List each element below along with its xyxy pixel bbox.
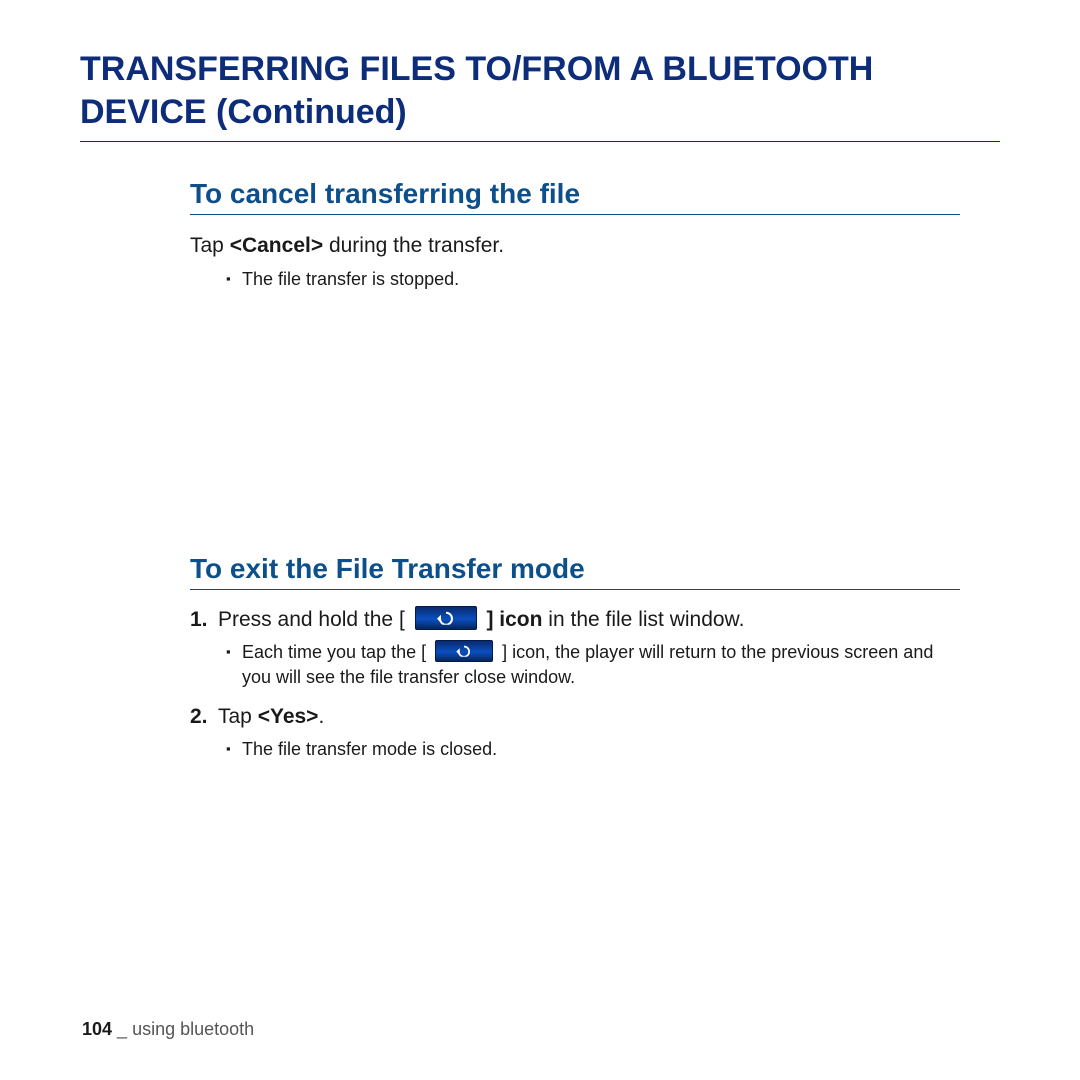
text: . (318, 705, 324, 728)
sub-bullet-list: The file transfer is stopped. (190, 267, 960, 292)
text: Press and hold the [ (218, 608, 411, 631)
text: Tap (190, 234, 230, 257)
step-number: 2. (190, 701, 218, 734)
section-exit-mode: To exit the File Transfer mode 1.Press a… (190, 553, 960, 763)
footer-separator: _ (112, 1019, 132, 1039)
section-heading: To cancel transferring the file (190, 178, 960, 215)
list-item: The file transfer is stopped. (226, 267, 960, 292)
yes-label: <Yes> (258, 705, 319, 728)
cancel-label: <Cancel> (230, 234, 323, 257)
page-number: 104 (82, 1019, 112, 1039)
back-icon (435, 640, 493, 662)
manual-page: TRANSFERRING FILES TO/FROM A BLUETOOTH D… (0, 0, 1080, 1080)
text: Tap (218, 705, 258, 728)
sub-bullet-list: The file transfer mode is closed. (190, 737, 960, 762)
step-2: 2.Tap <Yes>. The file transfer mode is c… (190, 701, 960, 763)
footer-text: using bluetooth (132, 1019, 254, 1039)
text: during the transfer. (323, 234, 504, 257)
list-item: The file transfer mode is closed. (226, 737, 960, 762)
step-number: 1. (190, 604, 218, 637)
instruction-line: Tap <Cancel> during the transfer. (190, 231, 960, 261)
section-cancel-transfer: To cancel transferring the file Tap <Can… (190, 178, 960, 293)
sub-bullet-list: Each time you tap the [ ] icon, the play… (190, 640, 960, 690)
text-bold: ] icon (481, 608, 543, 631)
list-item: Each time you tap the [ ] icon, the play… (226, 640, 960, 690)
page-title: TRANSFERRING FILES TO/FROM A BLUETOOTH D… (80, 48, 1000, 142)
numbered-steps: 1.Press and hold the [ ] icon in the fil… (190, 604, 960, 763)
step-1: 1.Press and hold the [ ] icon in the fil… (190, 604, 960, 691)
section-heading: To exit the File Transfer mode (190, 553, 960, 590)
text: Each time you tap the [ (242, 642, 431, 662)
text: in the file list window. (542, 608, 744, 631)
page-footer: 104 _ using bluetooth (82, 1019, 254, 1040)
back-icon (415, 606, 477, 630)
